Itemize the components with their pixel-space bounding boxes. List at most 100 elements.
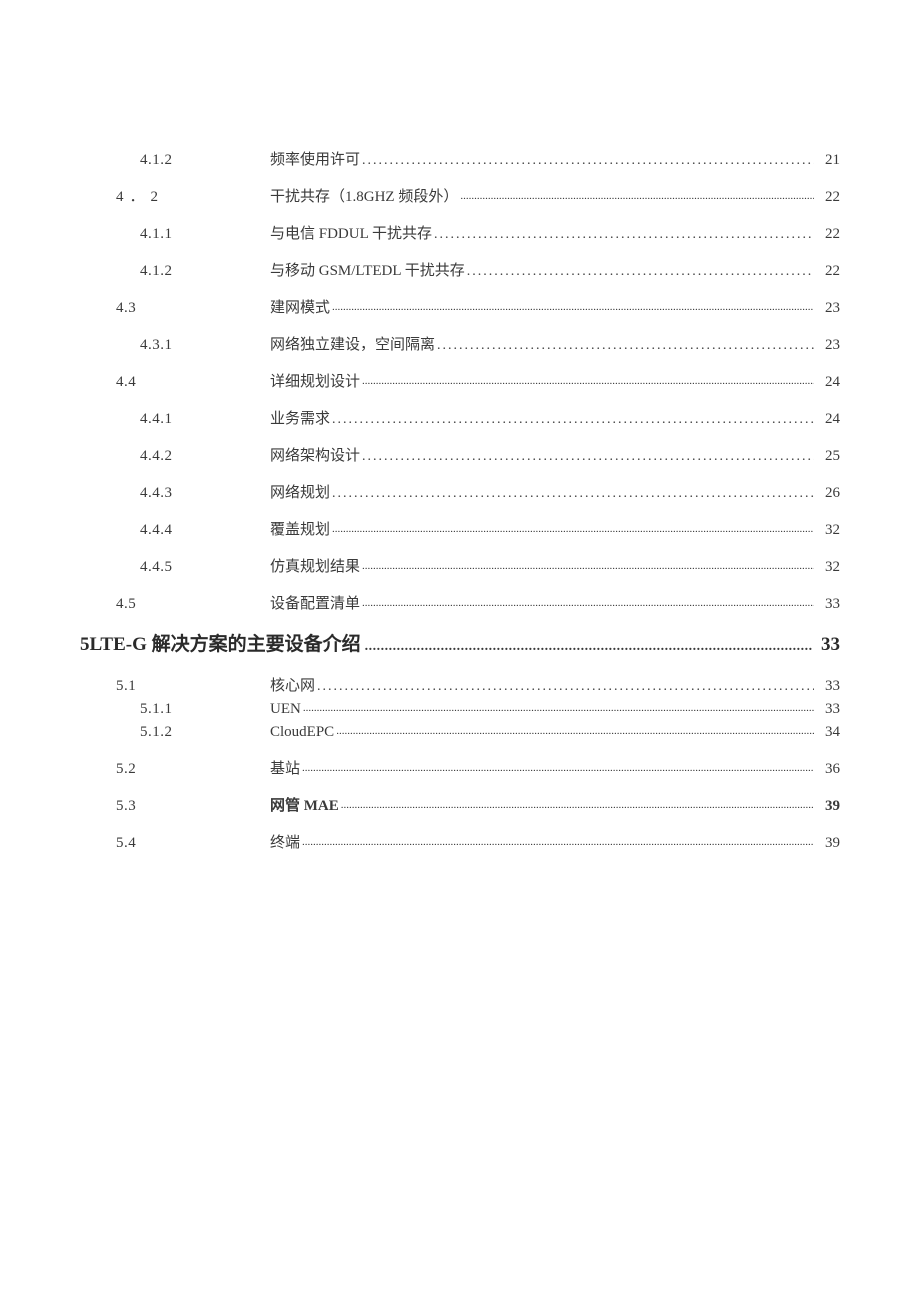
toc-leader (467, 263, 814, 280)
toc-title: 网络规划 (270, 481, 330, 502)
toc-leader (302, 761, 814, 778)
toc-entry: 4．2 干扰共存（1.8GHZ 频段外） 22 (80, 185, 840, 206)
toc-page: 21 (816, 152, 840, 169)
toc-number: 4.1.2 (80, 152, 270, 169)
toc-entry: 4.4.3 网络规划 26 (80, 481, 840, 502)
toc-number: 4.1.2 (80, 263, 270, 280)
toc-title: 频率使用许可 (270, 148, 360, 169)
toc-page: 23 (816, 300, 840, 317)
toc-leader (341, 798, 814, 815)
toc-title: CloudEPC (270, 724, 334, 741)
toc-title: 网络架构设计 (270, 444, 360, 465)
toc-number: 4.4.4 (80, 522, 270, 539)
toc-leader (332, 300, 814, 317)
toc-title: 仿真规划结果 (270, 555, 360, 576)
toc-page: 24 (816, 374, 840, 391)
toc-number: 4.4.3 (80, 485, 270, 502)
toc-entry: 4.5 设备配置清单 33 (80, 592, 840, 613)
toc-page: 23 (816, 337, 840, 354)
toc-number: 5.1.1 (80, 701, 270, 718)
toc-leader (332, 522, 814, 539)
toc-section-title: 5LTE-G 解决方案的主要设备介绍 (80, 629, 361, 656)
toc-number: 5.1 (80, 678, 270, 695)
toc-number: 4．2 (80, 185, 270, 206)
toc-number: 4.4.5 (80, 559, 270, 576)
toc-entry: 4.4.2 网络架构设计 25 (80, 444, 840, 465)
toc-number: 4.3.1 (80, 337, 270, 354)
toc-entry: 5.2 基站 36 (80, 757, 840, 778)
toc-title: 基站 (270, 757, 300, 778)
toc-leader (303, 701, 814, 718)
toc-number: 4.5 (80, 596, 270, 613)
toc-page: 33 (816, 596, 840, 613)
toc-leader (434, 226, 814, 243)
toc-title: 详细规划设计 (270, 370, 360, 391)
toc-number: 5.4 (80, 835, 270, 852)
toc-number: 4.4 (80, 374, 270, 391)
toc-leader (317, 678, 814, 695)
toc-page: 25 (816, 448, 840, 465)
toc-number: 5.1.2 (80, 724, 270, 741)
toc-leader (362, 596, 814, 613)
toc-page: 32 (816, 559, 840, 576)
toc-page: 36 (816, 761, 840, 778)
toc-leader (336, 724, 814, 741)
toc-page: 39 (816, 798, 840, 815)
toc-entry: 4.3.1 网络独立建设，空间隔离 23 (80, 333, 840, 354)
toc-page: 24 (816, 411, 840, 428)
toc-entry: 5.1.2 CloudEPC 34 (80, 724, 840, 741)
toc-page: 22 (816, 263, 840, 280)
toc-leader (332, 485, 814, 502)
toc-leader (362, 448, 814, 465)
toc-entry: 4.1.2 与移动 GSM/LTEDL 干扰共存 22 (80, 259, 840, 280)
toc-title: 覆盖规划 (270, 518, 330, 539)
toc-entry: 5.1 核心网 33 (80, 674, 840, 695)
toc-number: 4.4.1 (80, 411, 270, 428)
toc-page: 22 (816, 189, 840, 206)
toc-title: 网络独立建设，空间隔离 (270, 333, 435, 354)
toc-page: 26 (816, 485, 840, 502)
toc-title: 核心网 (270, 674, 315, 695)
toc-page: 32 (816, 522, 840, 539)
toc-leader (362, 152, 814, 169)
toc-entry: 4.1.2 频率使用许可 21 (80, 148, 840, 169)
toc-leader (362, 559, 814, 576)
toc-leader (365, 634, 812, 656)
toc-title: 与电信 FDDUL 干扰共存 (270, 222, 432, 243)
toc-page: 33 (816, 701, 840, 718)
toc-title: 业务需求 (270, 407, 330, 428)
toc-entry: 4.4.5 仿真规划结果 32 (80, 555, 840, 576)
toc-page: 34 (816, 724, 840, 741)
toc-number: 4.3 (80, 300, 270, 317)
toc-entry: 4.4.4 覆盖规划 32 (80, 518, 840, 539)
toc-leader (302, 835, 814, 852)
toc-leader (362, 374, 814, 391)
toc-entry: 4.4 详细规划设计 24 (80, 370, 840, 391)
toc-entry: 4.4.1 业务需求 24 (80, 407, 840, 428)
toc-entry: 5.3 网管 MAE 39 (80, 794, 840, 815)
toc-number: 5.3 (80, 798, 270, 815)
toc-number: 4.4.2 (80, 448, 270, 465)
toc-section-heading: 5LTE-G 解决方案的主要设备介绍 33 (80, 629, 840, 656)
toc-entry: 5.4 终端 39 (80, 831, 840, 852)
toc-page: 39 (816, 835, 840, 852)
toc-number: 4.1.1 (80, 226, 270, 243)
toc-page: 22 (816, 226, 840, 243)
toc-title: UEN (270, 701, 301, 718)
toc-number: 5.2 (80, 761, 270, 778)
toc-title: 设备配置清单 (270, 592, 360, 613)
toc-leader (332, 411, 814, 428)
toc-title: 建网模式 (270, 296, 330, 317)
toc-entry: 4.1.1 与电信 FDDUL 干扰共存 22 (80, 222, 840, 243)
toc-page: 33 (816, 634, 840, 656)
toc-entry: 5.1.1 UEN 33 (80, 701, 840, 718)
toc-leader (460, 189, 814, 206)
toc-title: 终端 (270, 831, 300, 852)
toc-title: 网管 MAE (270, 794, 339, 815)
toc-leader (437, 337, 814, 354)
document-page: 4.1.2 频率使用许可 21 4．2 干扰共存（1.8GHZ 频段外） 22 … (0, 0, 920, 852)
toc-title: 干扰共存（1.8GHZ 频段外） (270, 185, 458, 206)
toc-page: 33 (816, 678, 840, 695)
toc-title: 与移动 GSM/LTEDL 干扰共存 (270, 259, 465, 280)
toc-entry: 4.3 建网模式 23 (80, 296, 840, 317)
